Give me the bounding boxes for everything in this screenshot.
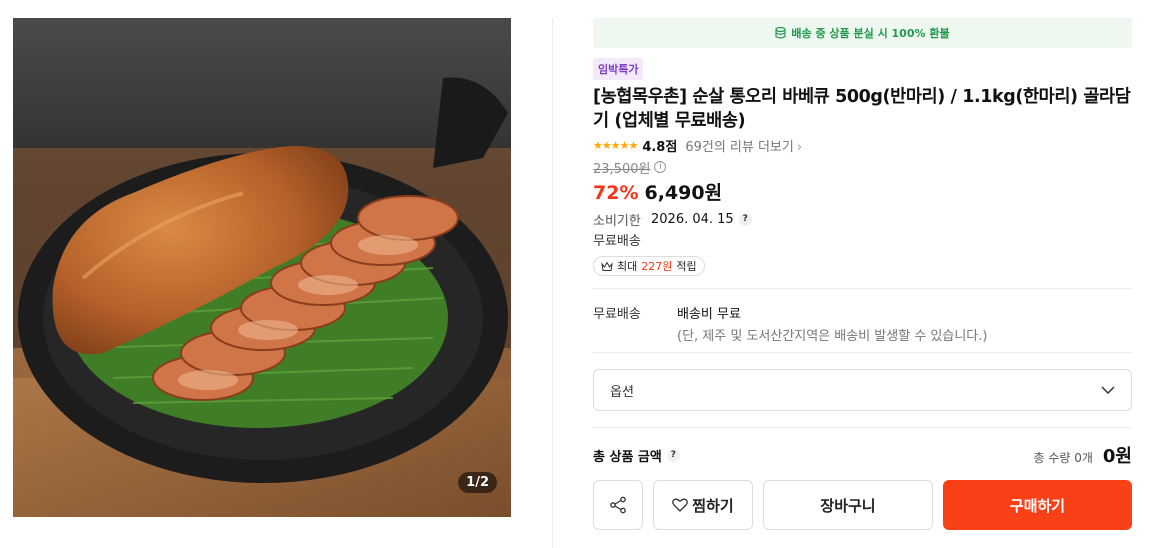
cart-button[interactable]: 장바구니	[763, 480, 933, 530]
option-select[interactable]: 옵션	[593, 369, 1132, 411]
buy-button-label: 구매하기	[1009, 496, 1066, 515]
shipping-label: 무료배송	[593, 307, 641, 322]
shipping-block: 무료배송 배송비 무료 (단, 제주 및 도서산간지역은 배송비 발생할 수 있…	[593, 289, 1132, 352]
total-quantity: 총 수량 0개	[1033, 451, 1093, 465]
deal-badge: 임박특가	[593, 58, 644, 80]
original-price: 23,500원	[593, 161, 651, 177]
shipping-fee: 배송비 무료	[677, 307, 741, 322]
review-link[interactable]: 69건의 리뷰 더보기 ›	[685, 136, 802, 155]
panel-divider	[552, 18, 553, 548]
original-price-row: 23,500원 i	[593, 158, 1132, 177]
info-icon[interactable]: i	[654, 161, 667, 173]
divider	[593, 427, 1132, 428]
chevron-down-icon	[1101, 386, 1115, 394]
points-amount: 227원	[641, 260, 673, 273]
help-icon[interactable]: ?	[738, 212, 752, 226]
share-icon	[610, 496, 626, 514]
free-shipping-label: 무료배송	[593, 234, 641, 249]
points-chip: 최대 227원 적립	[593, 256, 705, 276]
chevron-right-icon: ›	[796, 139, 803, 155]
sale-price: 6,490원	[644, 182, 723, 204]
total-label-group: 총 상품 금액 ?	[593, 446, 680, 465]
help-icon[interactable]: ?	[666, 448, 680, 462]
heart-icon	[672, 498, 689, 512]
review-link-label: 69건의 리뷰 더보기	[685, 139, 794, 155]
rating-row: ★★★★★ 4.8점 69건의 리뷰 더보기 ›	[593, 136, 1132, 155]
star-rating-icon: ★★★★★	[593, 138, 638, 152]
buy-button[interactable]: 구매하기	[943, 480, 1132, 530]
crown-icon	[601, 260, 613, 271]
points-prefix: 최대	[617, 260, 638, 273]
price-row: 72% 6,490원	[593, 178, 1132, 204]
cart-button-label: 장바구니	[820, 496, 876, 515]
product-image[interactable]: 1/2	[13, 18, 511, 517]
discount-rate: 72%	[593, 182, 639, 204]
points-suffix: 적립	[676, 260, 697, 273]
product-photo	[13, 18, 511, 517]
total-amount: 0원	[1102, 446, 1132, 467]
expiry-value: 2026. 04. 15	[651, 211, 734, 227]
expiry-label: 소비기한	[593, 213, 641, 229]
divider	[593, 352, 1132, 353]
option-placeholder: 옵션	[610, 384, 634, 400]
wish-button-label: 찜하기	[692, 496, 734, 515]
image-counter: 1/2	[458, 472, 497, 493]
refund-banner: 배송 중 상품 분실 시 100% 환불	[593, 18, 1132, 48]
total-label: 총 상품 금액	[593, 449, 662, 465]
refund-banner-text: 배송 중 상품 분실 시 100% 환불	[791, 27, 950, 40]
total-row: 총 상품 금액 ? 총 수량 0개 0원	[593, 442, 1132, 468]
total-summary: 총 수량 0개 0원	[1033, 442, 1132, 468]
shipping-note: (단, 제주 및 도서산간지역은 배송비 발생할 수 있습니다.)	[677, 329, 988, 344]
coin-stack-icon	[775, 27, 787, 39]
rating-score: 4.8점	[642, 139, 678, 155]
product-info: 배송 중 상품 분실 시 100% 환불 임박특가 [농협목우촌] 순살 통오리…	[593, 18, 1132, 530]
wish-button[interactable]: 찜하기	[653, 480, 753, 530]
product-title: [농협목우촌] 순살 통오리 바베큐 500g(반마리) / 1.1kg(한마리…	[593, 87, 1131, 131]
expiry-row: 소비기한 2026. 04. 15 ?	[593, 209, 1132, 229]
action-buttons: 찜하기 장바구니 구매하기	[593, 480, 1132, 530]
share-button[interactable]	[593, 480, 643, 530]
